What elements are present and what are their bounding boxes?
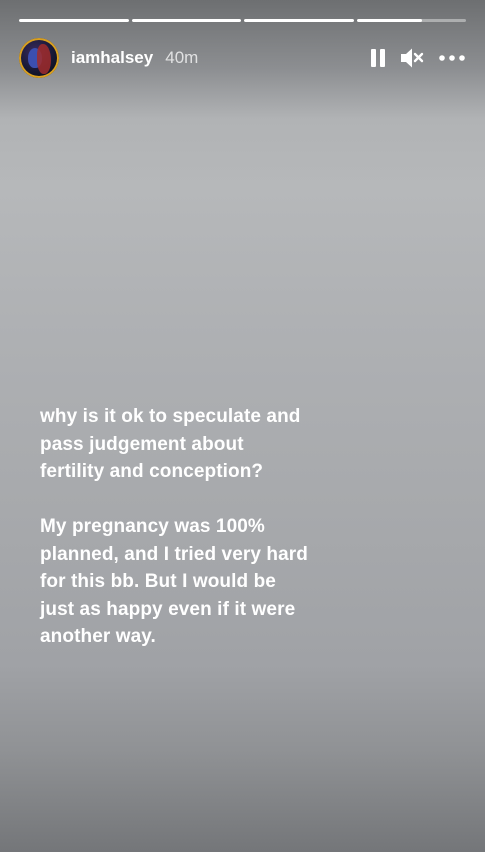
story-viewer[interactable]: iamhalsey 40m why is it ok to speculate …: [0, 0, 485, 852]
timestamp: 40m: [165, 48, 199, 67]
username[interactable]: iamhalsey: [71, 48, 153, 68]
story-text: why is it ok to speculate and pass judge…: [40, 403, 310, 651]
mute-button[interactable]: [400, 47, 424, 69]
story-text-paragraph: My pregnancy was 100% planned, and I tri…: [40, 516, 309, 647]
story-header: iamhalsey 40m: [19, 38, 466, 78]
pause-button[interactable]: [370, 48, 386, 68]
progress-segment: [131, 19, 241, 22]
progress-segment: [244, 19, 354, 22]
story-progress-bar: [19, 19, 466, 22]
muted-speaker-icon: [401, 48, 424, 68]
pause-icon: [371, 49, 385, 67]
more-options-icon: [439, 55, 465, 61]
more-options-button[interactable]: [438, 54, 466, 62]
progress-segment: [19, 19, 129, 22]
story-text-paragraph: why is it ok to speculate and pass judge…: [40, 406, 301, 482]
progress-segment: [356, 19, 466, 22]
story-controls: [370, 47, 466, 69]
avatar[interactable]: [19, 38, 59, 78]
